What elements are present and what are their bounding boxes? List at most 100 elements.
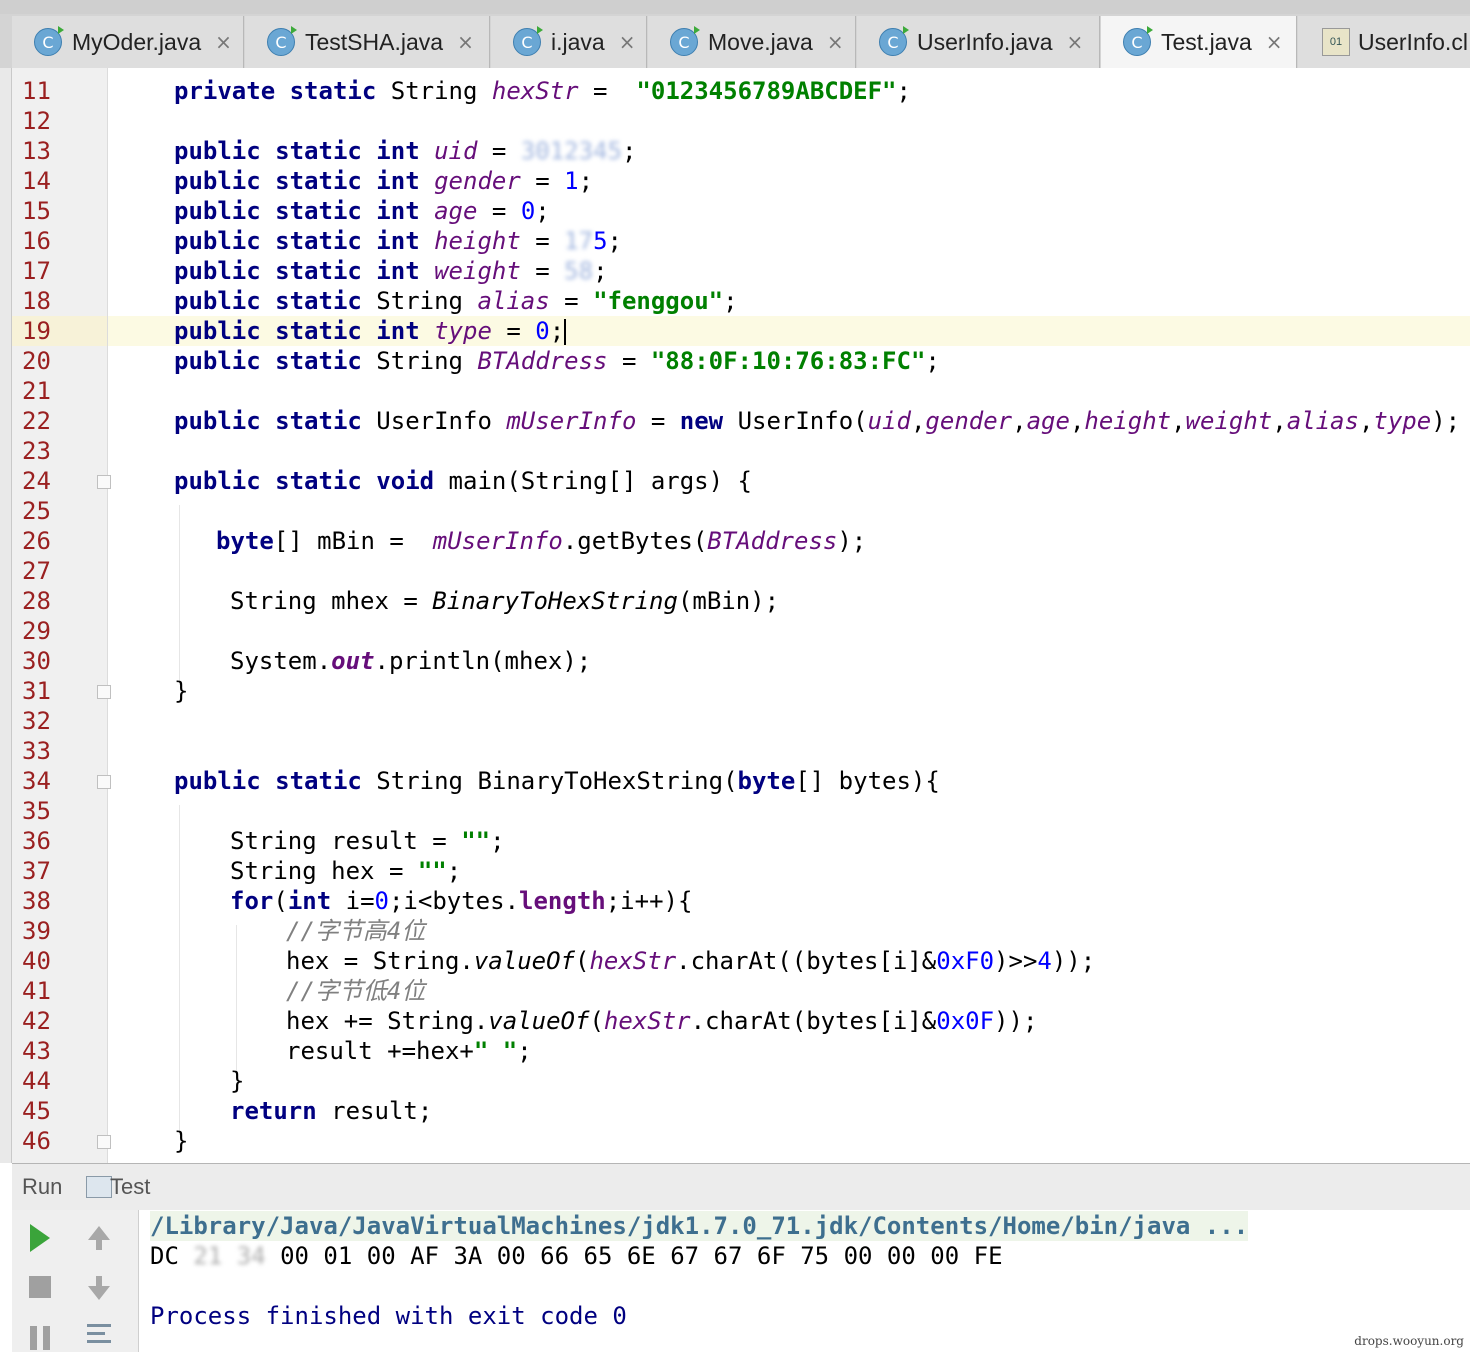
java-class-icon: C xyxy=(34,26,64,56)
line-number: 11 xyxy=(22,77,51,105)
code-line-30: System.out.println(mhex); xyxy=(230,647,592,675)
console-output-line: DC 21 34 00 01 00 AF 3A 00 66 65 6E 67 6… xyxy=(150,1242,1003,1270)
code-line-42: hex += String.valueOf(hexStr.charAt(byte… xyxy=(286,1007,1038,1035)
code-line-13: public static int uid = 3012345; xyxy=(174,137,637,165)
code-line-31: } xyxy=(174,677,189,705)
close-icon[interactable]: × xyxy=(827,30,844,54)
run-config-icon xyxy=(86,1176,112,1198)
line-number: 18 xyxy=(22,287,51,315)
line-number: 33 xyxy=(22,737,51,765)
pause-icon[interactable] xyxy=(43,1326,50,1350)
tab-myoder[interactable]: C MyOder.java × xyxy=(12,16,244,68)
code-line-18: public static String alias = "fenggou"; xyxy=(174,287,738,315)
code-line-38: for(int i=0;i<bytes.length;i++){ xyxy=(230,887,693,915)
line-number: 35 xyxy=(22,797,51,825)
line-number: 32 xyxy=(22,707,51,735)
line-number: 46 xyxy=(22,1127,51,1155)
line-number: 42 xyxy=(22,1007,51,1035)
tab-label: TestSHA.java xyxy=(305,28,444,55)
line-number: 34 xyxy=(22,767,51,795)
code-line-24: public static void main(String[] args) { xyxy=(174,467,752,495)
line-number: 15 xyxy=(22,197,51,225)
line-number: 21 xyxy=(22,377,51,405)
console-exit-message: Process finished with exit code 0 xyxy=(150,1302,627,1330)
java-class-icon: C xyxy=(513,26,543,56)
close-icon[interactable]: × xyxy=(1266,30,1283,54)
console-output[interactable]: /Library/Java/JavaVirtualMachines/jdk1.7… xyxy=(139,1210,1470,1352)
toolbar-strip xyxy=(0,0,1470,14)
line-number: 20 xyxy=(22,347,51,375)
code-line-16: public static int height = 175; xyxy=(174,227,622,255)
tab-userinfo[interactable]: C UserInfo.java × xyxy=(857,16,1100,68)
line-number: 40 xyxy=(22,947,51,975)
left-tool-strip xyxy=(0,68,12,1163)
tab-label: Test.java xyxy=(1161,28,1252,55)
tab-i[interactable]: C i.java × xyxy=(491,16,647,68)
code-line-34: public static String BinaryToHexString(b… xyxy=(174,767,940,795)
line-number: 44 xyxy=(22,1067,51,1095)
code-line-41: //字节低4位 xyxy=(286,977,426,1005)
line-number: 17 xyxy=(22,257,51,285)
redacted-value: 21 34 xyxy=(193,1242,266,1270)
line-number: 24 xyxy=(22,467,51,495)
soft-wrap-icon[interactable] xyxy=(87,1324,111,1327)
pause-icon[interactable] xyxy=(30,1326,37,1350)
line-number: 41 xyxy=(22,977,51,1005)
code-line-20: public static String BTAddress = "88:0F:… xyxy=(174,347,940,375)
redacted-value: 3012345 xyxy=(520,137,622,165)
tab-move[interactable]: C Move.java × xyxy=(648,16,856,68)
editor-tab-bar: C MyOder.java × C TestSHA.java × C i.jav… xyxy=(0,0,1470,69)
code-line-39: //字节高4位 xyxy=(286,917,426,945)
close-icon[interactable]: × xyxy=(457,30,474,54)
tab-test[interactable]: C Test.java × xyxy=(1101,16,1297,68)
java-class-icon: C xyxy=(670,26,700,56)
code-line-22: public static UserInfo mUserInfo = new U… xyxy=(174,407,1461,435)
fold-marker[interactable] xyxy=(97,475,111,489)
console-command-line: /Library/Java/JavaVirtualMachines/jdk1.7… xyxy=(150,1211,1249,1241)
stop-icon[interactable] xyxy=(29,1276,51,1298)
line-number: 43 xyxy=(22,1037,51,1065)
tab-label: i.java xyxy=(551,28,605,55)
fold-marker[interactable] xyxy=(97,775,111,789)
line-number: 19 xyxy=(22,317,51,345)
line-number: 25 xyxy=(22,497,51,525)
down-arrow-icon[interactable] xyxy=(88,1276,110,1300)
indent-guide xyxy=(179,505,180,685)
line-number: 29 xyxy=(22,617,51,645)
tab-label: Move.java xyxy=(708,28,813,55)
up-arrow-icon[interactable] xyxy=(88,1226,110,1250)
code-line-43: result +=hex+" "; xyxy=(286,1037,532,1065)
tab-label: UserInfo.java xyxy=(917,28,1053,55)
code-line-11: private static String hexStr = "01234567… xyxy=(174,77,911,105)
code-line-37: String hex = ""; xyxy=(230,857,462,885)
output-navigation-icons xyxy=(87,1226,111,1343)
line-number: 13 xyxy=(22,137,51,165)
indent-guide xyxy=(236,925,237,1075)
code-line-28: String mhex = BinaryToHexString(mBin); xyxy=(230,587,780,615)
run-config-label[interactable]: Test xyxy=(110,1174,150,1200)
line-number: 26 xyxy=(22,527,51,555)
code-line-14: public static int gender = 1; xyxy=(174,167,594,195)
code-line-26: byte[] mBin = mUserInfo.getBytes(BTAddre… xyxy=(216,527,867,555)
run-label[interactable]: Run xyxy=(22,1174,62,1200)
rerun-icon[interactable] xyxy=(30,1224,50,1252)
output-navigation xyxy=(70,1210,139,1352)
indent-guide xyxy=(179,805,180,1135)
tab-label: MyOder.java xyxy=(72,28,202,55)
tab-userinfo-class[interactable]: 01 UserInfo.cl xyxy=(1298,16,1470,68)
line-number: 39 xyxy=(22,917,51,945)
java-class-icon: C xyxy=(879,26,909,56)
close-icon[interactable]: × xyxy=(1067,30,1084,54)
fold-marker[interactable] xyxy=(97,685,111,699)
close-icon[interactable]: × xyxy=(619,30,636,54)
line-number: 12 xyxy=(22,107,51,135)
close-icon[interactable]: × xyxy=(215,30,232,54)
line-number: 36 xyxy=(22,827,51,855)
code-line-44: } xyxy=(230,1067,245,1095)
tab-testsha[interactable]: C TestSHA.java × xyxy=(245,16,490,68)
code-line-45: return result; xyxy=(230,1097,433,1125)
fold-marker[interactable] xyxy=(97,1135,111,1149)
redacted-value: 17 xyxy=(564,227,594,255)
java-class-icon: C xyxy=(1123,26,1153,56)
line-number: 30 xyxy=(22,647,51,675)
